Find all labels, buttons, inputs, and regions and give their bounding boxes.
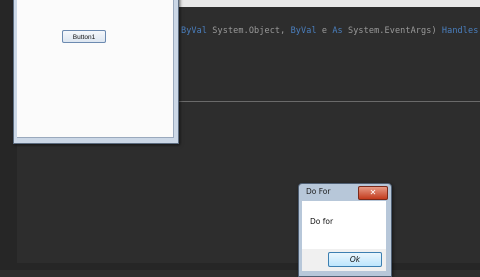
form-designer-window: Button1: [13, 0, 179, 144]
message-box-body: Do for: [302, 201, 386, 249]
code-keyword: ByVal: [181, 26, 208, 36]
editor-divider: [176, 101, 480, 102]
ok-button[interactable]: Ok: [328, 252, 382, 267]
code-keyword: Handles: [441, 26, 479, 36]
message-box-title: Do For: [306, 187, 331, 196]
editor-top-strip: [176, 0, 480, 7]
bottom-strip: [0, 263, 480, 270]
form-client-area[interactable]: Button1: [17, 0, 174, 138]
code-keyword: ByVal: [290, 26, 317, 36]
code-line[interactable]: ByVal System.Object, ByVal e As System.E…: [181, 26, 480, 36]
close-icon: ✕: [369, 188, 377, 197]
code-text: System.EventArgs): [342, 26, 442, 36]
button1[interactable]: Button1: [62, 30, 106, 43]
message-box-titlebar[interactable]: Do For ✕: [299, 184, 391, 201]
code-text: e: [316, 26, 333, 36]
message-box: Do For ✕ Do for Ok: [298, 183, 392, 277]
message-box-footer: Ok: [302, 249, 386, 271]
code-keyword: As: [332, 26, 343, 36]
close-button[interactable]: ✕: [358, 186, 388, 200]
message-text: Do for: [310, 217, 334, 226]
code-text: System.Object,: [207, 26, 291, 36]
